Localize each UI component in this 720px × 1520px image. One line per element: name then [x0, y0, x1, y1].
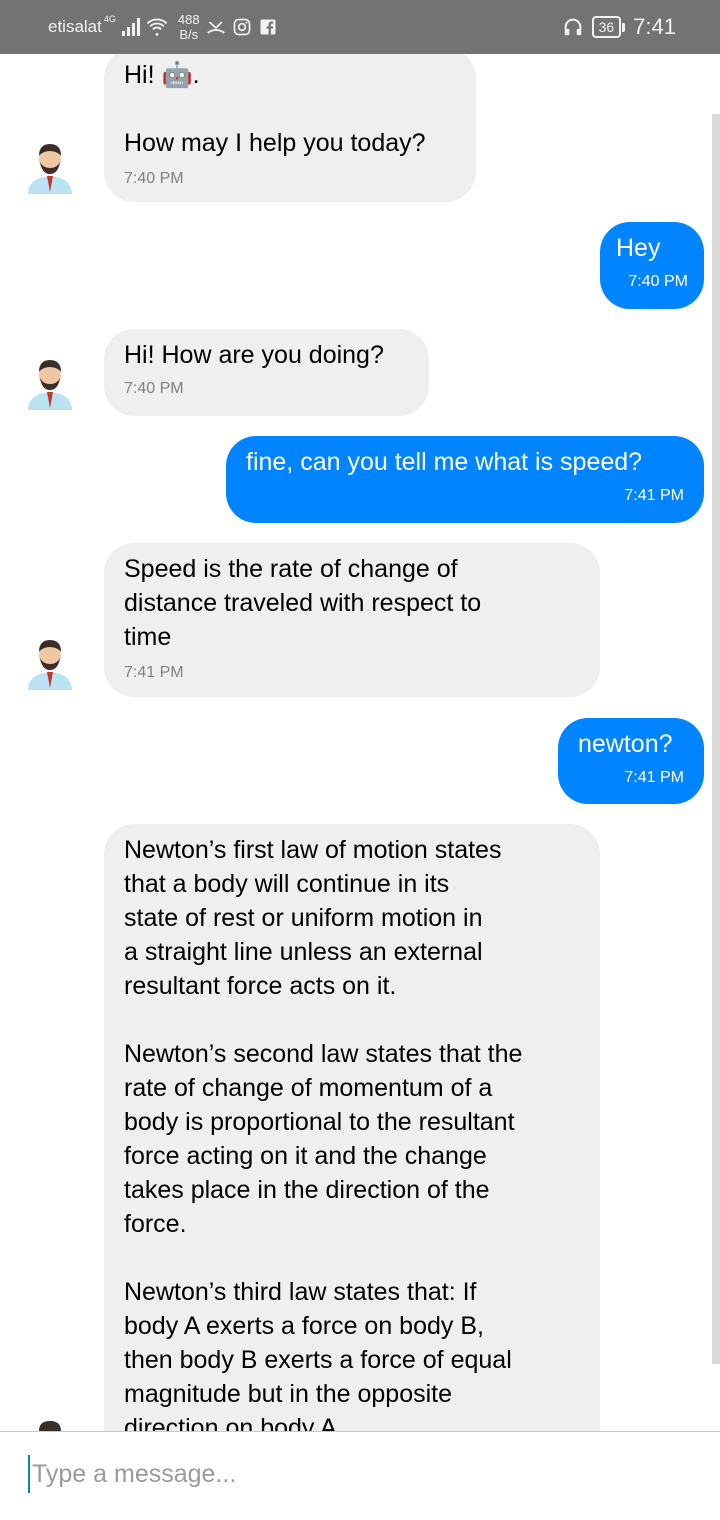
message-time: 7:40 PM	[124, 380, 184, 397]
status-bar-left: etisalat 4G 488 B/s	[48, 0, 278, 54]
message-time: 7:40 PM	[124, 170, 184, 187]
clock: 7:41	[633, 14, 676, 39]
message-text: Hi! How are you doing?	[124, 341, 384, 369]
message-text: Newton’s first law of motion states that…	[124, 836, 523, 1431]
message-text: Hi! 🤖. How may I help you today?	[124, 61, 426, 157]
message-time: 7:40 PM	[628, 273, 688, 290]
message-time: 7:41 PM	[624, 487, 684, 504]
facebook-icon	[260, 19, 276, 35]
user-message-bubble: Hey 7:40 PM	[600, 222, 704, 309]
status-bar: etisalat 4G 488 B/s 36 7:41	[0, 0, 720, 54]
scrollbar[interactable]	[712, 114, 720, 1364]
text-cursor	[28, 1455, 30, 1493]
user-message-bubble: fine, can you tell me what is speed? 7:4…	[226, 436, 704, 523]
message-time: 7:41 PM	[624, 769, 684, 786]
headset-icon	[564, 18, 581, 36]
instagram-icon	[233, 18, 250, 36]
user-message-bubble: newton? 7:41 PM	[558, 718, 704, 804]
bot-message-bubble: Newton’s first law of motion states that…	[104, 824, 600, 1431]
missed-call-icon	[206, 21, 225, 34]
bot-message-bubble: Hi! How are you doing? 7:40 PM	[104, 329, 429, 416]
message-text: fine, can you tell me what is speed?	[246, 448, 643, 476]
bot-avatar-icon	[28, 640, 72, 690]
status-bar-right: 36 7:41	[562, 0, 676, 54]
message-composer	[0, 1431, 720, 1520]
bot-avatar-icon	[39, 1421, 61, 1431]
bot-avatar-icon	[28, 144, 72, 194]
network-speed: 488 B/s	[178, 12, 200, 42]
network-type: 4G	[103, 14, 116, 24]
message-text: Speed is the rate of change of distance …	[124, 555, 482, 651]
bot-message-bubble: Speed is the rate of change of distance …	[104, 543, 600, 697]
message-time: 7:41 PM	[124, 664, 184, 681]
carrier-name: etisalat	[48, 17, 102, 36]
network-speed-value: 488	[177, 12, 200, 27]
message-text: newton?	[578, 730, 673, 758]
network-speed-unit: B/s	[179, 27, 199, 42]
message-input[interactable]	[32, 1452, 692, 1496]
battery-level: 36	[591, 16, 622, 38]
bot-avatar-icon	[28, 360, 72, 410]
wifi-icon	[146, 18, 168, 36]
battery-icon: 36	[591, 16, 626, 38]
signal-icon	[121, 18, 140, 36]
chat-message-list[interactable]: Hi! 🤖. How may I help you today? 7:40 PM…	[0, 54, 720, 1431]
bot-message-bubble: Hi! 🤖. How may I help you today? 7:40 PM	[104, 54, 476, 202]
message-text: Hey	[616, 234, 661, 262]
